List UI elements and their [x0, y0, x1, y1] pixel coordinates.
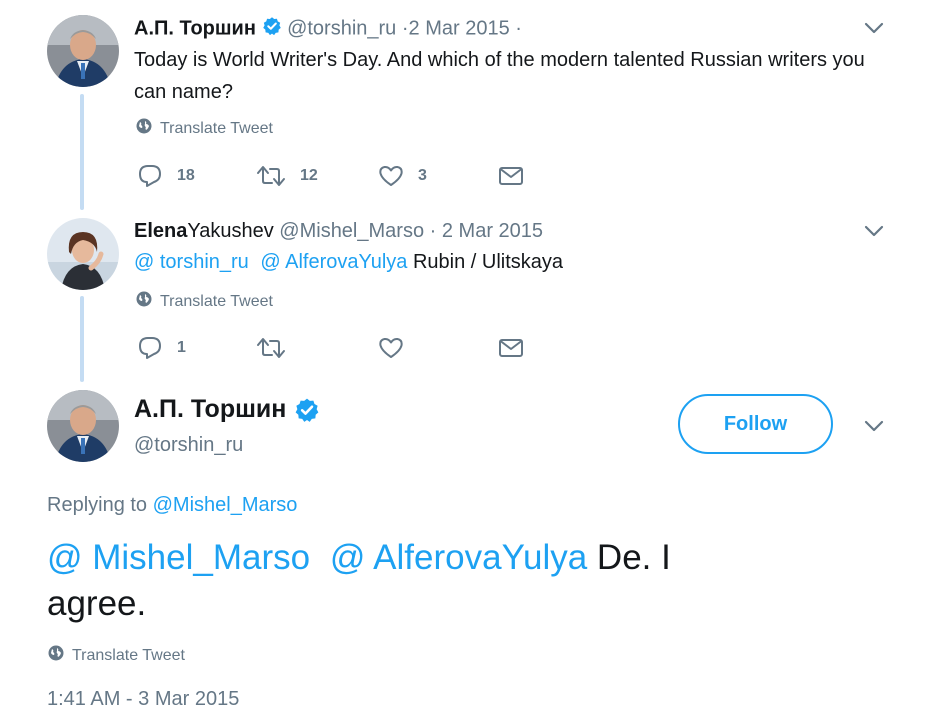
- thread-connector: [80, 94, 84, 210]
- globe-icon: [48, 645, 64, 666]
- handle[interactable]: @torshin_ru: [287, 17, 396, 39]
- tweet-date[interactable]: · 2 Mar 2015: [430, 220, 543, 242]
- reply-button[interactable]: 18: [137, 164, 195, 188]
- display-name[interactable]: А.П. Торшин: [134, 17, 256, 39]
- mention-link[interactable]: @ AlferovaYulya: [260, 251, 407, 273]
- tweet-date[interactable]: ·2 Mar 2015 ·: [402, 17, 522, 39]
- reply-icon: [137, 164, 163, 188]
- retweet-icon: [256, 164, 286, 188]
- main-tweet-line-1: @ Mishel_Marso @ AlferovaYulya De. I: [47, 535, 907, 581]
- avatar[interactable]: [47, 218, 119, 290]
- display-name-bold[interactable]: Elena: [134, 220, 187, 242]
- tweet-header: ElenaYakushev @Mishel_Marso · 2 Mar 2015: [134, 219, 543, 243]
- direct-message-icon: [498, 336, 524, 360]
- verified-badge-icon: [294, 397, 320, 423]
- translate-tweet-link[interactable]: Translate Tweet: [48, 645, 185, 666]
- globe-icon: [136, 118, 152, 139]
- like-count: 3: [418, 167, 427, 184]
- like-icon: [378, 164, 404, 188]
- tweet-timestamp[interactable]: 1:41 AM - 3 Mar 2015: [47, 688, 239, 711]
- like-button[interactable]: 3: [378, 164, 427, 188]
- translate-label: Translate Tweet: [160, 292, 273, 310]
- tweet-text-body: Rubin / Ulitskaya: [412, 251, 564, 273]
- chevron-down-icon[interactable]: [862, 16, 886, 40]
- reply-icon: [137, 336, 163, 360]
- handle[interactable]: @Mishel_Marso: [279, 220, 424, 242]
- like-button[interactable]: [378, 336, 404, 360]
- retweet-button[interactable]: [256, 336, 286, 360]
- author-name-row: А.П. Торшин: [134, 395, 320, 424]
- main-tweet-text: @ Mishel_Marso @ AlferovaYulya De. I agr…: [47, 535, 907, 627]
- tweet-header: А.П. Торшин @torshin_ru ·2 Mar 2015 ·: [134, 16, 522, 42]
- replying-handle-link[interactable]: @Mishel_Marso: [153, 494, 298, 516]
- like-icon: [378, 336, 404, 360]
- tweet-text: Today is World Writer's Day. And which o…: [134, 49, 865, 103]
- translate-label: Translate Tweet: [72, 646, 185, 664]
- reply-count: 1: [177, 339, 186, 356]
- retweet-count: 12: [300, 167, 318, 184]
- translate-tweet-link[interactable]: Translate Tweet: [136, 291, 273, 312]
- handle[interactable]: @torshin_ru: [134, 434, 243, 457]
- reply-button[interactable]: 1: [137, 336, 186, 360]
- mention-link[interactable]: @ AlferovaYulya: [330, 538, 587, 577]
- follow-button[interactable]: Follow: [678, 394, 833, 454]
- direct-message-button[interactable]: [498, 336, 524, 360]
- thread-connector: [80, 296, 84, 382]
- chevron-down-icon[interactable]: [862, 414, 886, 438]
- verified-badge-icon: [262, 16, 282, 42]
- reply-count: 18: [177, 167, 195, 184]
- globe-icon: [136, 291, 152, 312]
- translate-label: Translate Tweet: [160, 119, 273, 137]
- tweet-text: @ torshin_ru @ AlferovaYulya Rubin / Uli…: [134, 250, 563, 274]
- main-tweet-line-2: agree.: [47, 584, 147, 623]
- replying-label: Replying to: [47, 494, 148, 516]
- retweet-button[interactable]: 12: [256, 164, 318, 188]
- tweet-text-body: De. I: [596, 538, 671, 577]
- direct-message-button[interactable]: [498, 164, 524, 188]
- avatar[interactable]: [47, 15, 119, 87]
- direct-message-icon: [498, 164, 524, 188]
- mention-link[interactable]: @ torshin_ru: [134, 251, 249, 273]
- translate-tweet-link[interactable]: Translate Tweet: [136, 118, 273, 139]
- chevron-down-icon[interactable]: [862, 219, 886, 243]
- mention-link[interactable]: @ Mishel_Marso: [47, 538, 310, 577]
- display-name[interactable]: А.П. Торшин: [134, 395, 286, 424]
- avatar[interactable]: [47, 390, 119, 462]
- display-name-rest[interactable]: Yakushev: [187, 220, 273, 242]
- replying-to: Replying to @Mishel_Marso: [47, 494, 297, 517]
- retweet-icon: [256, 336, 286, 360]
